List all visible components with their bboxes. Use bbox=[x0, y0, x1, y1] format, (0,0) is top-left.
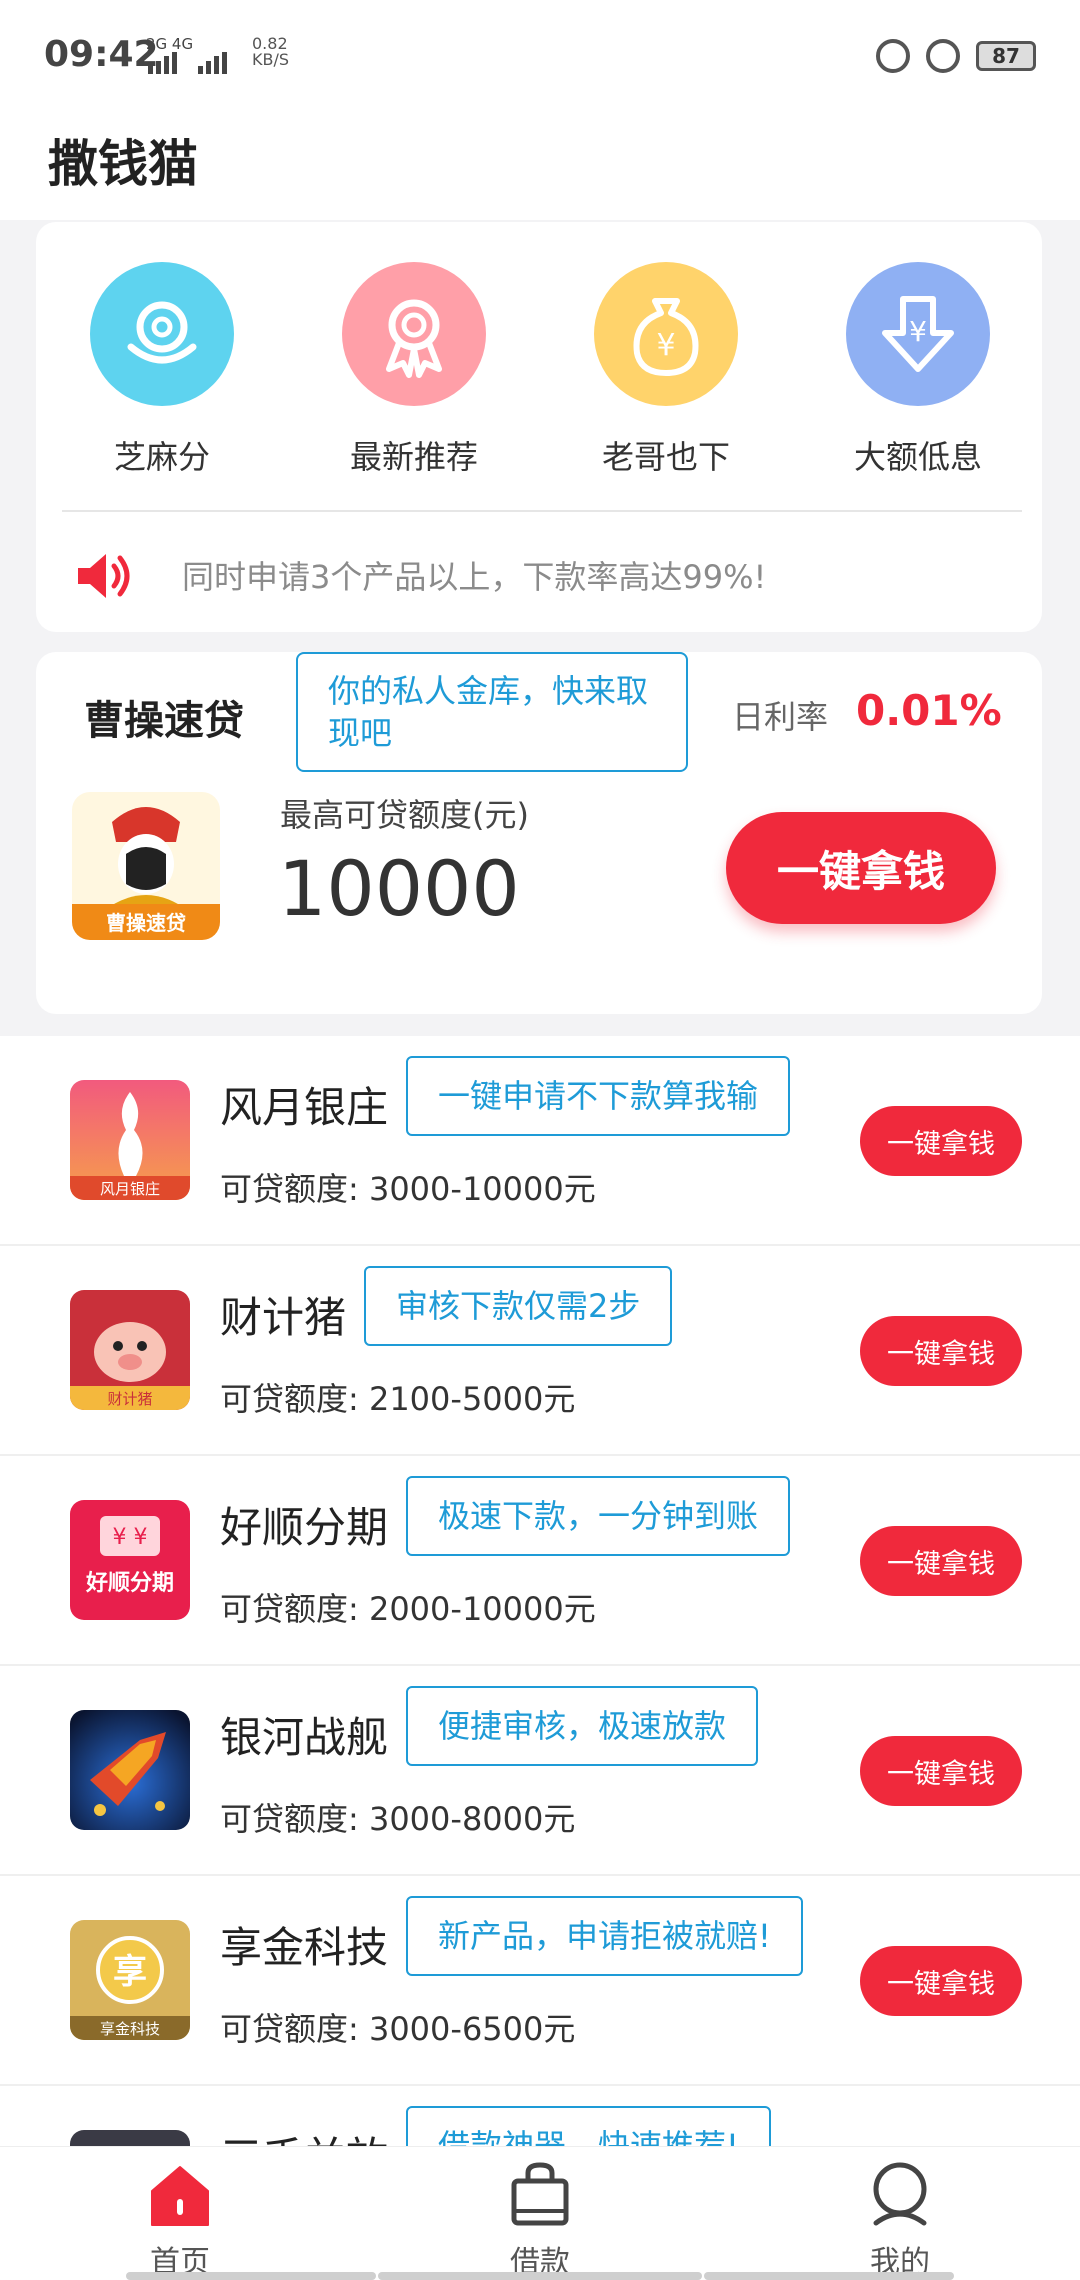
product-logo: 财计猪 bbox=[70, 1290, 190, 1410]
product-amount: 可贷额度: 3000-10000元 bbox=[220, 1170, 596, 1208]
list-item[interactable]: ¥ ¥ 好顺分期 好顺分期 极速下款，一分钟到账 可贷额度: 2000-10000… bbox=[0, 1456, 1080, 1666]
signal-icon: 2G 4G bbox=[146, 36, 240, 74]
featured-logo-text: 曹操速贷 bbox=[106, 911, 186, 935]
get-money-button[interactable]: 一键拿钱 bbox=[726, 812, 996, 924]
product-name: 财计猪 bbox=[220, 1293, 347, 1342]
category-label: 芝麻分 bbox=[113, 438, 210, 476]
max-amount-label: 最高可贷额度(元) bbox=[280, 796, 529, 834]
yuan-down-arrow-icon: ¥ bbox=[846, 262, 990, 406]
product-amount: 可贷额度: 2000-10000元 bbox=[220, 1590, 596, 1628]
product-tag: 极速下款，一分钟到账 bbox=[406, 1476, 791, 1556]
tab-loan[interactable]: 借款 bbox=[360, 2147, 720, 2280]
product-logo-text: 好顺分期 bbox=[85, 1570, 174, 1596]
daily-rate-label: 日利率 bbox=[732, 698, 829, 736]
product-logo: ¥ ¥ 好顺分期 bbox=[70, 1500, 190, 1620]
svg-text:¥: ¥ bbox=[656, 328, 675, 363]
svg-text:¥ ¥: ¥ ¥ bbox=[113, 1525, 148, 1550]
category-large-low-interest[interactable]: ¥ 大额低息 bbox=[818, 262, 1018, 478]
get-money-button[interactable]: 一键拿钱 bbox=[860, 1736, 1022, 1806]
category-label: 老哥也下 bbox=[601, 438, 730, 476]
award-ribbon-icon bbox=[342, 262, 486, 406]
signal-text: 2G 4G bbox=[146, 35, 194, 53]
network-speed: 0.82 KB/S bbox=[252, 34, 290, 69]
list-item[interactable]: 风月银庄 风月银庄 一键申请不下款算我输 可贷额度: 3000-10000元 一… bbox=[0, 1036, 1080, 1246]
category-bros[interactable]: ¥ 老哥也下 bbox=[566, 262, 766, 478]
get-money-button[interactable]: 一键拿钱 bbox=[860, 1526, 1022, 1596]
product-logo bbox=[70, 2130, 190, 2146]
status-time: 09:42 bbox=[44, 34, 159, 75]
gesture-bar bbox=[704, 2272, 954, 2280]
app-bar: 撒钱猫 bbox=[0, 110, 1080, 220]
lock-rotation-icon bbox=[876, 39, 910, 73]
product-amount: 可贷额度: 2100-5000元 bbox=[220, 1380, 576, 1418]
home-icon bbox=[146, 2161, 214, 2229]
get-money-button[interactable]: 一键拿钱 bbox=[860, 1106, 1022, 1176]
category-recommend[interactable]: 最新推荐 bbox=[314, 262, 514, 478]
svg-text:享: 享 bbox=[113, 1952, 147, 1992]
product-tag: 新产品，申请拒被就赔! bbox=[406, 1896, 803, 1976]
daily-rate-value: 0.01% bbox=[856, 686, 1002, 735]
divider bbox=[62, 510, 1022, 512]
category-label: 最新推荐 bbox=[349, 438, 478, 476]
get-money-button[interactable]: 一键拿钱 bbox=[860, 1316, 1022, 1386]
category-label: 大额低息 bbox=[853, 438, 982, 476]
svg-text:¥: ¥ bbox=[909, 315, 927, 348]
product-amount: 可贷额度: 3000-6500元 bbox=[220, 2010, 576, 2048]
list-item[interactable]: 享享金科技 享金科技 新产品，申请拒被就赔! 可贷额度: 3000-6500元 … bbox=[0, 1876, 1080, 2086]
product-logo-text: 财计猪 bbox=[107, 1390, 152, 1408]
user-icon bbox=[866, 2161, 934, 2229]
notice-text: 同时申请3个产品以上，下款率高达99%! bbox=[182, 558, 767, 596]
product-name: 风月银庄 bbox=[220, 1083, 389, 1132]
product-list: 风月银庄 风月银庄 一键申请不下款算我输 可贷额度: 3000-10000元 一… bbox=[0, 1036, 1080, 2146]
money-bag-icon: ¥ bbox=[594, 262, 738, 406]
product-logo-text: 风月银庄 bbox=[100, 1180, 160, 1198]
product-amount: 可贷额度: 3000-8000元 bbox=[220, 1800, 576, 1838]
featured-product-name: 曹操速贷 bbox=[84, 698, 244, 744]
product-name: 享金科技 bbox=[220, 1923, 389, 1972]
product-tag: 一键申请不下款算我输 bbox=[406, 1056, 791, 1136]
alarm-icon bbox=[926, 39, 960, 73]
gesture-bar bbox=[378, 2272, 702, 2280]
featured-product-logo: 曹操速贷 bbox=[72, 792, 220, 940]
get-money-button[interactable]: 一键拿钱 bbox=[860, 1946, 1022, 2016]
product-name: 银河战舰 bbox=[220, 1713, 389, 1762]
gesture-bar bbox=[126, 2272, 376, 2280]
product-name: 三千并放 bbox=[220, 2124, 388, 2146]
featured-product-card[interactable]: 曹操速贷 你的私人金库，快来取现吧 日利率 0.01% 曹操速贷 最高可贷额度(… bbox=[36, 652, 1042, 1014]
product-name: 好顺分期 bbox=[220, 1503, 389, 1552]
category-card: 芝麻分 最新推荐 ¥ 老哥也下 ¥ 大额低息 同时申请3个产品以上，下款率高达9… bbox=[36, 222, 1042, 632]
bottom-tab-bar: 首页 借款 我的 bbox=[0, 2146, 1080, 2280]
product-logo bbox=[70, 1710, 190, 1830]
speaker-icon bbox=[72, 544, 136, 608]
list-item[interactable]: 财计猪 财计猪 审核下款仅需2步 可贷额度: 2100-5000元 一键拿钱 bbox=[0, 1246, 1080, 1456]
product-tag: 便捷审核，极速放款 bbox=[406, 1686, 759, 1766]
battery-icon: 87 bbox=[976, 41, 1036, 71]
sesame-credit-icon bbox=[90, 262, 234, 406]
page-title: 撒钱猫 bbox=[48, 135, 198, 193]
status-bar: 09:42 2G 4G 0.82 KB/S 87 bbox=[0, 0, 1080, 110]
product-logo-text: 享金科技 bbox=[100, 2020, 160, 2038]
max-amount-value: 10000 bbox=[278, 844, 520, 933]
product-logo: 风月银庄 bbox=[70, 1080, 190, 1200]
product-tag: 借款神器，快速推荐! bbox=[406, 2106, 771, 2146]
product-logo: 享享金科技 bbox=[70, 1920, 190, 2040]
tab-mine[interactable]: 我的 bbox=[720, 2147, 1080, 2280]
list-item[interactable]: 三千并放 借款神器，快速推荐! bbox=[0, 2086, 1080, 2146]
list-item[interactable]: 银河战舰 便捷审核，极速放款 可贷额度: 3000-8000元 一键拿钱 bbox=[0, 1666, 1080, 1876]
featured-product-tag: 你的私人金库，快来取现吧 bbox=[296, 652, 688, 772]
category-sesame[interactable]: 芝麻分 bbox=[62, 262, 262, 478]
shopping-bag-icon bbox=[506, 2161, 574, 2229]
tab-home[interactable]: 首页 bbox=[0, 2147, 360, 2280]
product-tag: 审核下款仅需2步 bbox=[364, 1266, 673, 1346]
battery-level: 87 bbox=[992, 44, 1020, 68]
